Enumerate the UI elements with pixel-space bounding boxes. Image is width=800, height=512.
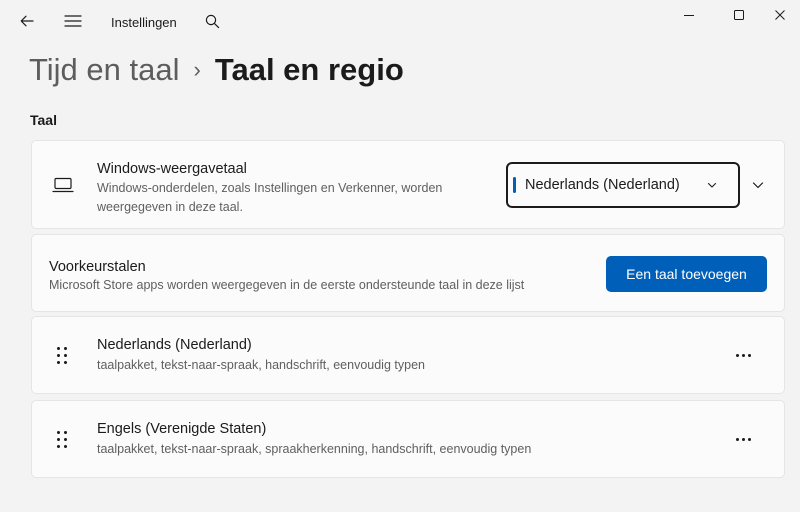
chevron-down-icon: [707, 182, 717, 188]
more-dots-icon: [735, 437, 739, 441]
display-language-expand-button[interactable]: [745, 172, 771, 198]
navigation-menu-button[interactable]: [58, 6, 88, 36]
search-icon: [205, 14, 219, 28]
hamburger-menu-icon: [64, 15, 82, 27]
list-item[interactable]: Nederlands (Nederland) taalpakket, tekst…: [31, 316, 785, 394]
search-button[interactable]: [197, 6, 227, 36]
maximize-button[interactable]: [716, 0, 762, 30]
selection-indicator: [513, 177, 516, 193]
language-features: taalpakket, tekst-naar-spraak, spraakher…: [97, 442, 532, 456]
chevron-right-icon: ›: [193, 57, 201, 82]
chevron-down-icon: [752, 182, 764, 189]
drag-handle-icon[interactable]: [55, 346, 69, 366]
language-features: taalpakket, tekst-naar-spraak, handschri…: [97, 358, 425, 372]
back-button[interactable]: [12, 6, 42, 36]
breadcrumb: Tijd en taal › Taal en regio: [29, 50, 404, 90]
back-arrow-icon: [20, 15, 34, 27]
maximize-icon: [734, 10, 744, 20]
drag-handle-icon[interactable]: [55, 430, 69, 450]
more-dots-icon: [735, 353, 739, 357]
close-button[interactable]: [760, 0, 800, 30]
minimize-icon: [684, 15, 694, 16]
add-language-button[interactable]: Een taal toevoegen: [606, 256, 767, 292]
section-title-taal: Taal: [30, 112, 57, 128]
more-options-button[interactable]: [728, 426, 758, 452]
display-language-description: Windows-onderdelen, zoals Instellingen e…: [97, 181, 443, 214]
preferred-languages-description: Microsoft Store apps worden weergegeven …: [49, 278, 525, 292]
minimize-button[interactable]: [666, 0, 712, 30]
display-language-title: Windows-weergavetaal: [97, 161, 247, 177]
close-icon: [775, 10, 785, 20]
preferred-languages-title: Voorkeurstalen: [49, 259, 146, 275]
list-item[interactable]: Engels (Verenigde Staten) taalpakket, te…: [31, 400, 785, 478]
display-language-dropdown[interactable]: Nederlands (Nederland): [506, 162, 740, 208]
breadcrumb-parent-link[interactable]: Tijd en taal: [29, 52, 180, 88]
laptop-icon: [52, 177, 74, 193]
more-options-button[interactable]: [728, 342, 758, 368]
display-language-selected: Nederlands (Nederland): [525, 177, 680, 193]
app-title: Instellingen: [111, 15, 177, 30]
language-name: Nederlands (Nederland): [97, 337, 252, 353]
page-title: Taal en regio: [214, 52, 404, 87]
language-name: Engels (Verenigde Staten): [97, 421, 267, 437]
